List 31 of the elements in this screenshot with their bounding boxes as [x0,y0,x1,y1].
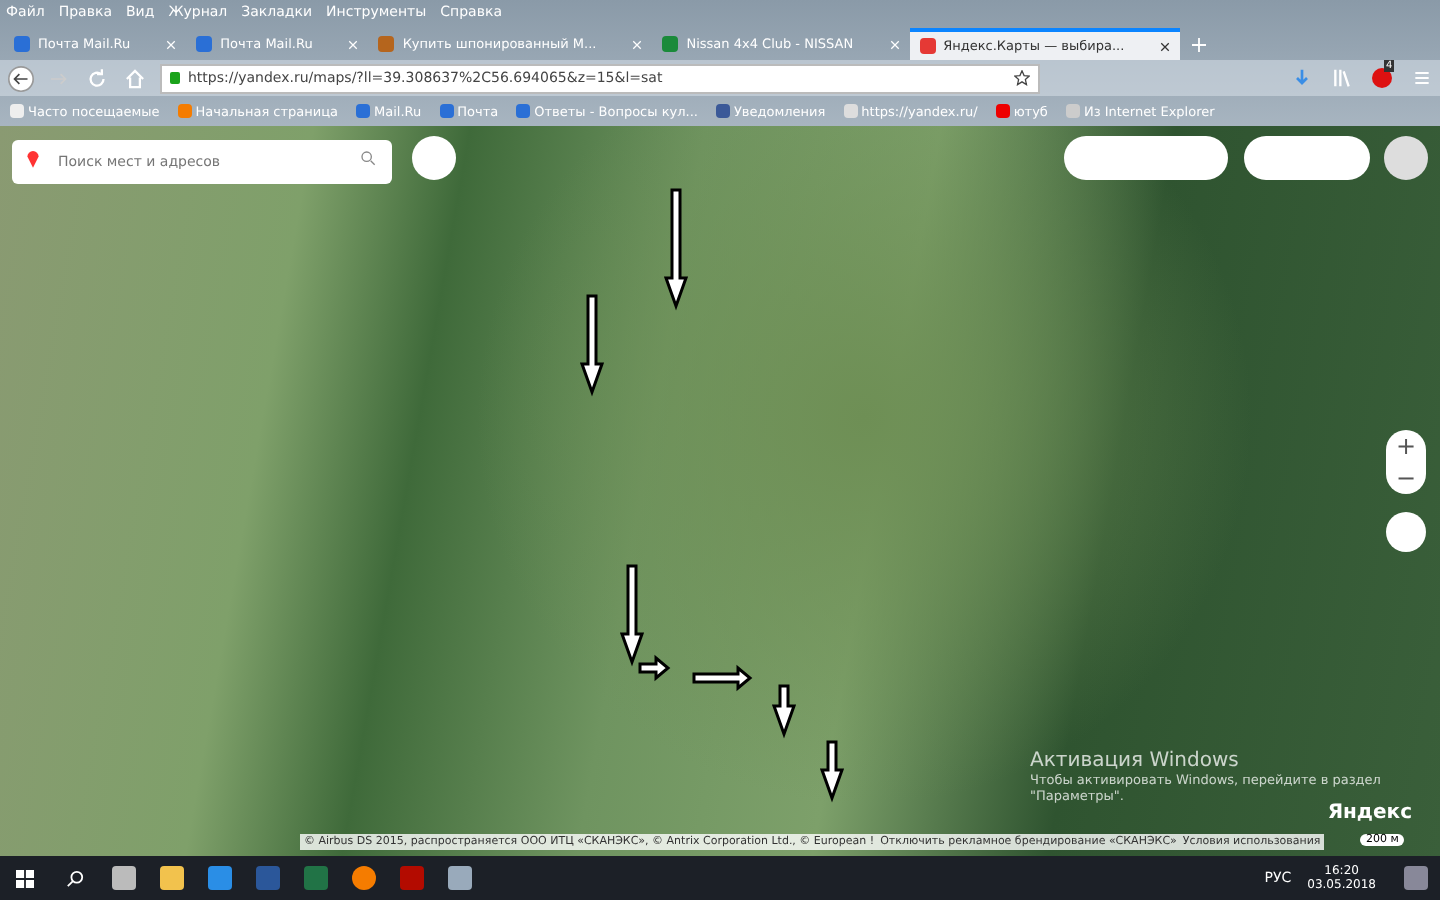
route-button[interactable] [412,136,456,180]
download-icon[interactable] [1292,68,1312,88]
search-icon[interactable] [66,869,84,887]
down-arrow-icon [820,742,844,798]
close-icon[interactable] [1160,41,1171,51]
menu-icon[interactable] [1412,68,1432,88]
right-arrow-icon [640,658,668,678]
activation-title: Активация Windows [1030,750,1241,772]
down-arrow-icon [580,296,604,392]
avatar-circle[interactable] [1384,136,1428,180]
zoom-in-button[interactable]: + [1395,430,1417,462]
favicon-icon [378,36,395,52]
favicon-icon [919,38,936,54]
new-tab-icon[interactable] [1192,38,1207,52]
zoom-out-button[interactable]: − [1395,462,1417,494]
star-icon[interactable] [1014,70,1030,86]
right-arrow-icon [694,668,750,688]
map-logo: Яндекс [1327,802,1412,824]
down-arrow-icon [772,686,796,734]
start-icon[interactable] [16,869,34,887]
library-icon[interactable] [1332,68,1352,88]
back-icon[interactable] [8,65,34,91]
favicon-icon [14,36,30,52]
down-arrow-icon [620,566,644,662]
down-arrow-icon [664,190,688,306]
favicon-icon [662,36,679,52]
locate-button[interactable] [1386,512,1426,552]
pin-icon [26,148,40,168]
reload-icon[interactable] [84,65,110,91]
favicon-icon [196,36,213,52]
home-icon[interactable] [122,65,148,91]
